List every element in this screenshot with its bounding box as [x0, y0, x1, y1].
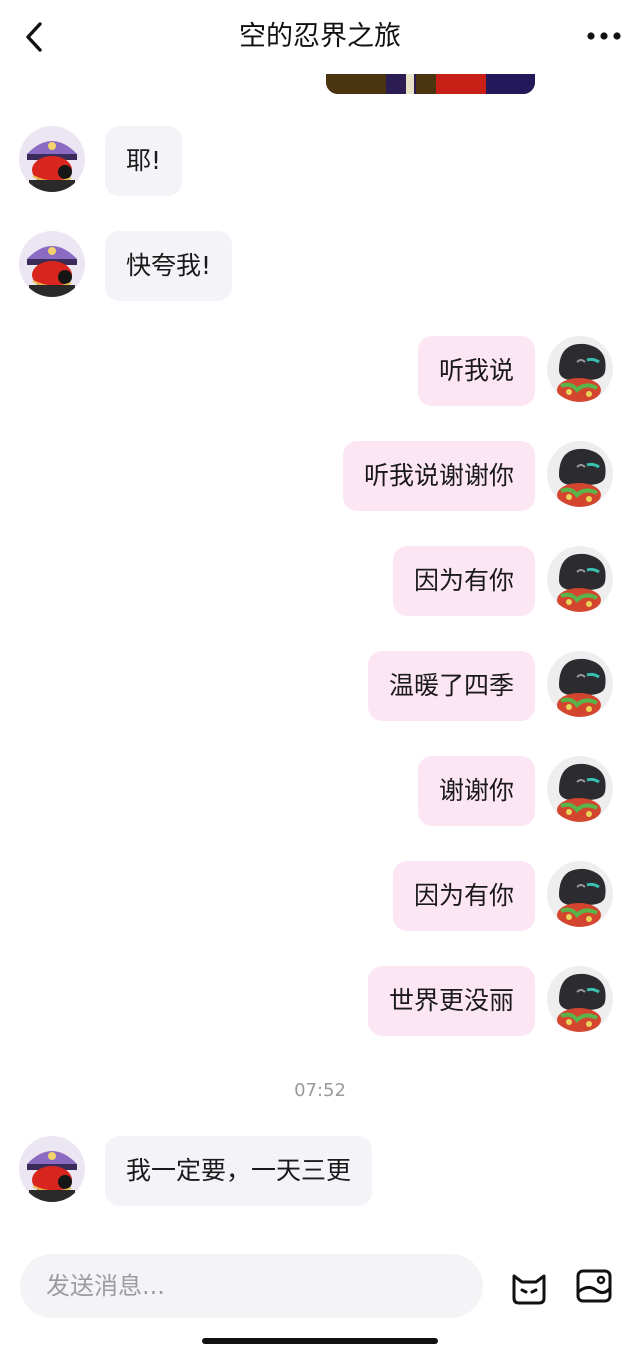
message-row: 我一定要，一天三更: [0, 1136, 640, 1208]
message-row: 温暖了四季: [0, 651, 640, 723]
message-row: 世界更没丽: [0, 966, 640, 1038]
avatar[interactable]: [19, 231, 85, 297]
avatar[interactable]: [19, 1136, 85, 1202]
message-row: 因为有你: [0, 546, 640, 618]
message-input-placeholder: 发送消息...: [46, 1272, 165, 1300]
image-icon[interactable]: [574, 1266, 614, 1306]
avatar[interactable]: [19, 126, 85, 192]
page-title: 空的忍界之旅: [239, 21, 401, 52]
message-bubble[interactable]: 听我说: [417, 336, 535, 406]
message-row: 谢谢你: [0, 756, 640, 828]
message-timestamp: 07:52: [294, 1080, 346, 1101]
message-bubble[interactable]: 因为有你: [392, 546, 535, 616]
home-indicator: [202, 1338, 438, 1344]
message-bubble[interactable]: 我一定要，一天三更: [105, 1136, 373, 1206]
chat-header: 空的忍界之旅: [0, 0, 640, 74]
message-bubble[interactable]: 耶!: [105, 126, 183, 196]
chevron-left-icon[interactable]: [18, 18, 52, 56]
message-row: 耶!: [0, 126, 640, 198]
message-bubble[interactable]: 因为有你: [392, 861, 535, 931]
avatar[interactable]: [547, 966, 613, 1032]
image-message-preview[interactable]: [326, 74, 535, 94]
message-bubble[interactable]: 世界更没丽: [367, 966, 535, 1036]
message-input[interactable]: 发送消息...: [20, 1254, 483, 1318]
message-bubble[interactable]: 快夸我!: [105, 231, 233, 301]
message-bubble[interactable]: 谢谢你: [417, 756, 535, 826]
cat-emoji-icon[interactable]: [508, 1266, 550, 1306]
message-row: 快夸我!: [0, 231, 640, 303]
avatar[interactable]: [547, 441, 613, 507]
avatar[interactable]: [547, 756, 613, 822]
more-dots-icon[interactable]: [586, 26, 622, 46]
message-row: 因为有你: [0, 861, 640, 933]
avatar[interactable]: [547, 336, 613, 402]
avatar[interactable]: [547, 651, 613, 717]
message-row: 听我说谢谢你: [0, 441, 640, 513]
avatar[interactable]: [547, 546, 613, 612]
avatar[interactable]: [547, 861, 613, 927]
message-bubble[interactable]: 温暖了四季: [367, 651, 535, 721]
message-bubble[interactable]: 听我说谢谢你: [342, 441, 535, 511]
message-row: 听我说: [0, 336, 640, 408]
